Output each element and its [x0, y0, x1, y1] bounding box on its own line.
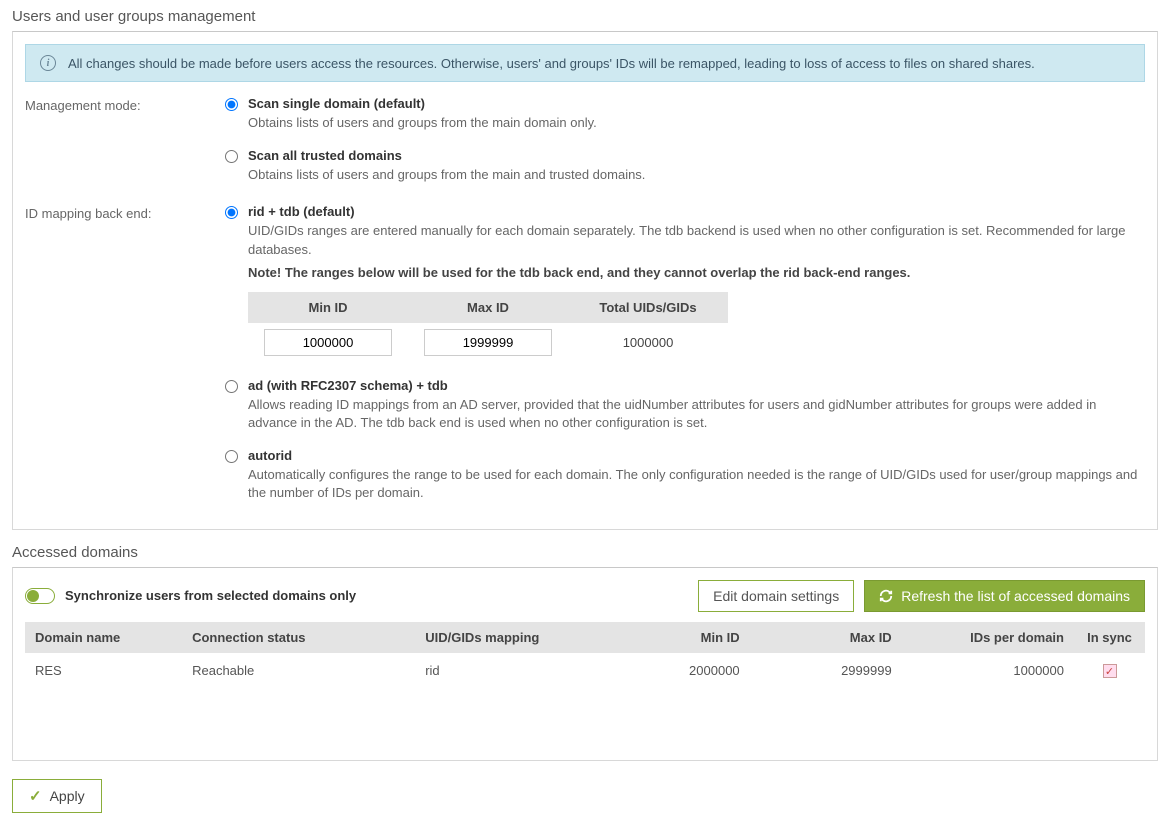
col-uid-gid-mapping: UID/GIDs mapping — [415, 622, 597, 653]
toggle-knob — [27, 590, 39, 602]
radio-desc-scan-all: Obtains lists of users and groups from t… — [248, 166, 1145, 184]
apply-button[interactable]: ✓ Apply — [12, 779, 102, 813]
apply-button-label: Apply — [50, 788, 85, 804]
table-row[interactable]: RES Reachable rid 2000000 2999999 100000… — [25, 653, 1145, 689]
input-max-id[interactable] — [424, 329, 552, 356]
col-max-id: Max ID — [750, 622, 902, 653]
edit-domain-settings-button[interactable]: Edit domain settings — [698, 580, 854, 612]
col-connection-status: Connection status — [182, 622, 415, 653]
cell-ids-per-domain: 1000000 — [902, 653, 1074, 689]
range-header-max: Max ID — [408, 292, 568, 323]
radio-desc-rid-tdb: UID/GIDs ranges are entered manually for… — [248, 222, 1145, 258]
range-table: Min ID Max ID Total UIDs/GIDs 1000000 — [248, 292, 728, 362]
refresh-domains-button[interactable]: Refresh the list of accessed domains — [864, 580, 1145, 612]
range-header-min: Min ID — [248, 292, 408, 323]
cell-in-sync: ✓ — [1074, 653, 1145, 689]
section-title-users: Users and user groups management — [12, 0, 1158, 31]
domains-table: Domain name Connection status UID/GIDs m… — [25, 622, 1145, 689]
radio-title-rid-tdb: rid + tdb (default) — [248, 204, 1145, 219]
radio-scan-all-trusted[interactable] — [225, 150, 238, 163]
radio-title-scan-single: Scan single domain (default) — [248, 96, 1145, 111]
cell-min-id: 2000000 — [598, 653, 750, 689]
radio-scan-single-domain[interactable] — [225, 98, 238, 111]
col-in-sync: In sync — [1074, 622, 1145, 653]
label-management-mode: Management mode: — [25, 96, 225, 184]
radio-title-ad: ad (with RFC2307 schema) + tdb — [248, 378, 1145, 393]
cell-total-ids: 1000000 — [568, 323, 728, 362]
radio-note-rid-tdb: Note! The ranges below will be used for … — [248, 265, 1145, 280]
cell-max-id: 2999999 — [750, 653, 902, 689]
radio-rid-tdb[interactable] — [225, 206, 238, 219]
col-min-id: Min ID — [598, 622, 750, 653]
radio-autorid[interactable] — [225, 450, 238, 463]
radio-desc-autorid: Automatically configures the range to be… — [248, 466, 1145, 502]
cell-mapping: rid — [415, 653, 597, 689]
info-banner: i All changes should be made before user… — [25, 44, 1145, 82]
cell-domain-name: RES — [25, 653, 182, 689]
refresh-icon — [879, 589, 893, 603]
in-sync-check-icon: ✓ — [1103, 664, 1117, 678]
radio-ad-rfc2307[interactable] — [225, 380, 238, 393]
info-icon: i — [40, 55, 56, 71]
input-min-id[interactable] — [264, 329, 392, 356]
info-banner-text: All changes should be made before users … — [68, 56, 1035, 71]
check-icon: ✓ — [29, 787, 42, 805]
section-title-accessed-domains: Accessed domains — [12, 536, 1158, 567]
refresh-button-label: Refresh the list of accessed domains — [901, 588, 1130, 604]
toggle-sync-selected[interactable] — [25, 588, 55, 604]
range-header-total: Total UIDs/GIDs — [568, 292, 728, 323]
col-ids-per-domain: IDs per domain — [902, 622, 1074, 653]
radio-desc-ad: Allows reading ID mappings from an AD se… — [248, 396, 1145, 432]
radio-title-scan-all: Scan all trusted domains — [248, 148, 1145, 163]
toggle-label: Synchronize users from selected domains … — [65, 588, 356, 603]
col-domain-name: Domain name — [25, 622, 182, 653]
panel-accessed-domains: Synchronize users from selected domains … — [12, 567, 1158, 762]
radio-title-autorid: autorid — [248, 448, 1145, 463]
radio-desc-scan-single: Obtains lists of users and groups from t… — [248, 114, 1145, 132]
label-id-mapping-backend: ID mapping back end: — [25, 204, 225, 502]
panel-users-management: i All changes should be made before user… — [12, 31, 1158, 530]
cell-connection-status: Reachable — [182, 653, 415, 689]
